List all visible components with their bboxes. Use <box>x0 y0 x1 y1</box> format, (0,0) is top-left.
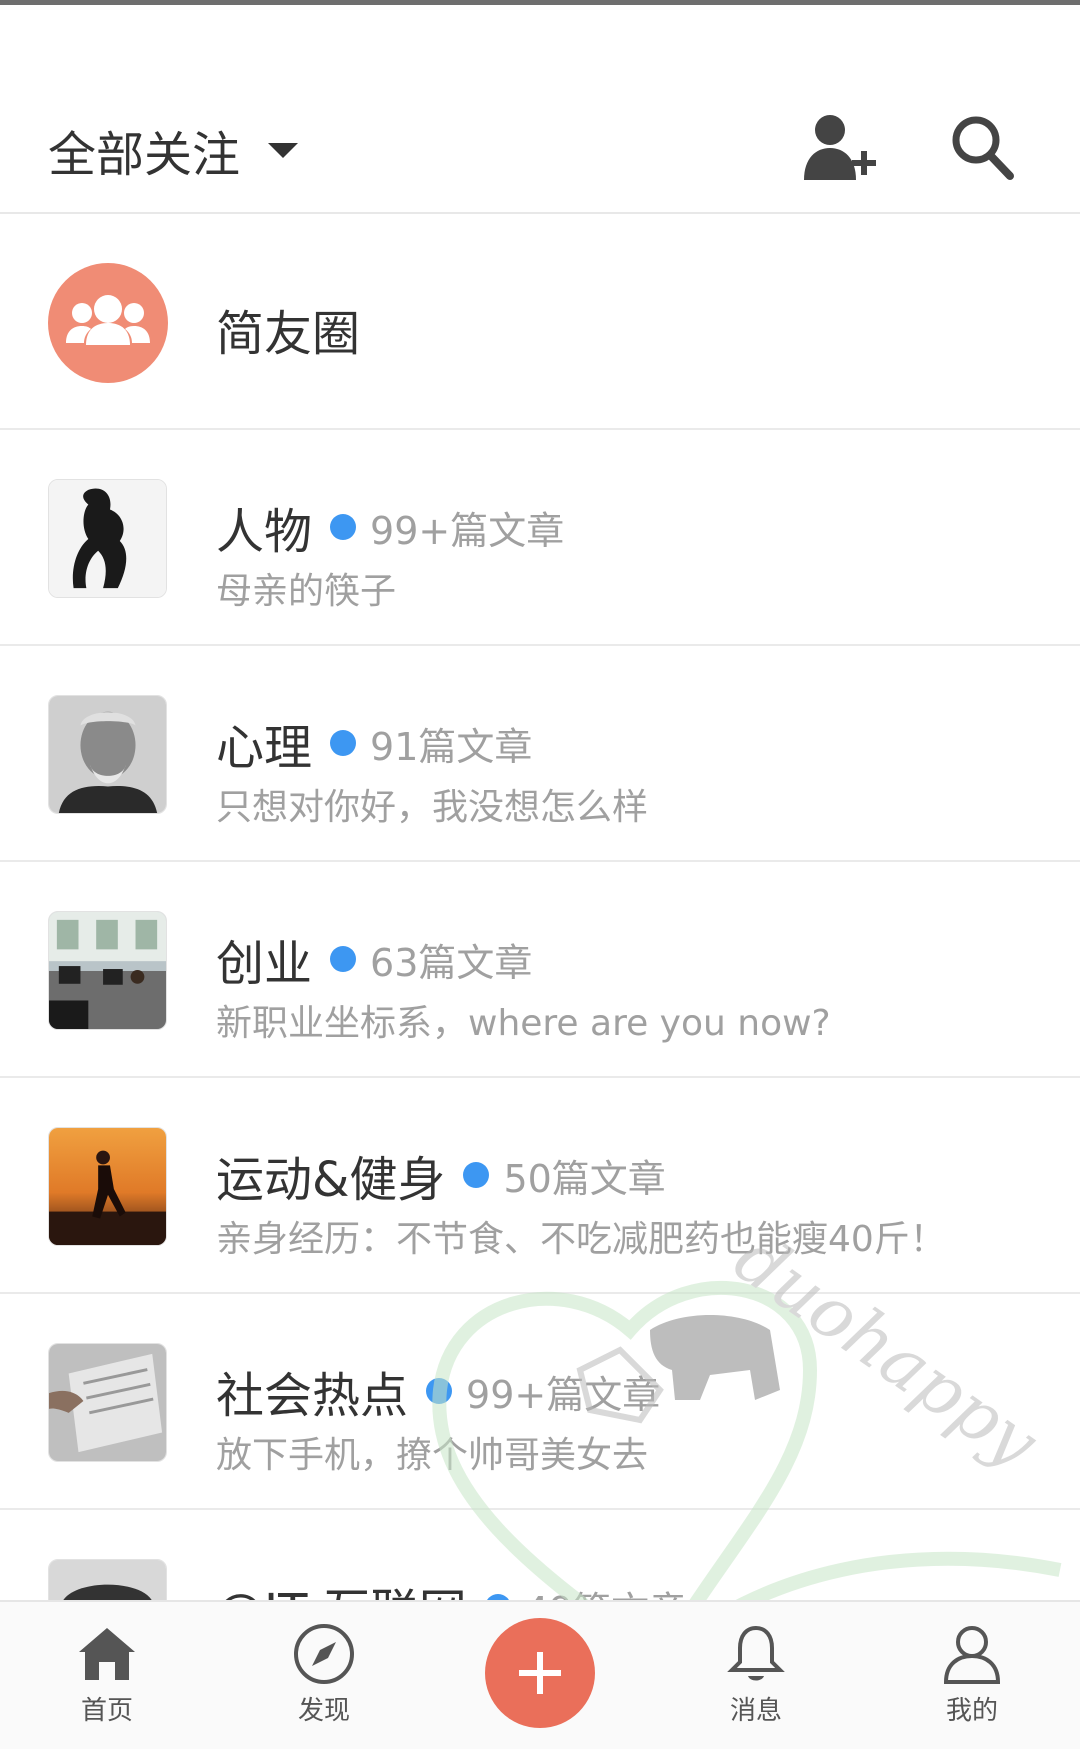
nav-discover[interactable]: 发现 <box>254 1622 394 1742</box>
nav-home[interactable]: 首页 <box>37 1622 177 1742</box>
plus-icon <box>519 1652 561 1694</box>
avatar <box>48 479 167 598</box>
list-item[interactable]: 创业 63篇文章 新职业坐标系，where are you now? <box>0 862 1080 1078</box>
list-item[interactable]: 社会热点 99+篇文章 放下手机，撩个帅哥美女去 <box>0 1294 1080 1510</box>
list-item-title: 心理 <box>216 720 313 776</box>
list-item-subtitle: 母亲的筷子 <box>216 571 397 612</box>
list-item[interactable]: 心理 91篇文章 只想对你好，我没想怎么样 <box>0 646 1080 862</box>
list-item-friends-circle[interactable]: 简友圈 <box>0 214 1080 430</box>
list-item-title: 运动&健身 <box>216 1152 446 1208</box>
article-count: 99+篇文章 <box>370 508 565 553</box>
avatar <box>48 695 167 814</box>
article-count: 63篇文章 <box>370 940 533 985</box>
list-item-title: 人物 <box>216 504 313 560</box>
bell-icon <box>727 1625 785 1681</box>
add-user-icon[interactable] <box>800 110 880 190</box>
update-dot <box>330 514 357 540</box>
list-item-title: 创业 <box>216 936 313 992</box>
list-item-title: 社会热点 <box>216 1368 409 1424</box>
list-item[interactable]: 运动&健身 50篇文章 亲身经历：不节食、不吃减肥药也能瘦40斤！ <box>0 1078 1080 1294</box>
compass-icon <box>294 1624 354 1684</box>
page-title[interactable]: 全部关注 <box>48 115 240 185</box>
nav-messages[interactable]: 消息 <box>686 1622 826 1742</box>
write-button[interactable] <box>485 1618 595 1728</box>
nav-mine[interactable]: 我的 <box>902 1622 1042 1742</box>
avatar <box>48 1127 167 1246</box>
header: 全部关注 <box>0 5 1080 214</box>
subscription-list: 简友圈 人物 99+篇文章 母亲的筷子 心理 91篇文章 只想对你好，我没想怎么… <box>0 214 1080 1726</box>
home-icon <box>79 1628 135 1680</box>
list-item[interactable]: 人物 99+篇文章 母亲的筷子 <box>0 430 1080 646</box>
article-count: 91篇文章 <box>370 724 533 769</box>
nav-discover-label: 发现 <box>297 1696 350 1726</box>
nav-messages-label: 消息 <box>729 1696 782 1726</box>
avatar <box>48 1343 167 1462</box>
nav-mine-label: 我的 <box>945 1696 998 1726</box>
nav-home-label: 首页 <box>80 1696 133 1726</box>
search-icon[interactable] <box>944 110 1024 190</box>
friends-circle-title: 简友圈 <box>216 306 361 362</box>
article-count: 99+篇文章 <box>466 1372 661 1417</box>
avatar <box>48 911 167 1030</box>
dropdown-caret-icon[interactable] <box>268 143 298 158</box>
user-icon <box>943 1626 1001 1684</box>
list-item-subtitle: 亲身经历：不节食、不吃减肥药也能瘦40斤！ <box>216 1219 946 1260</box>
list-item-subtitle: 只想对你好，我没想怎么样 <box>216 787 649 828</box>
update-dot <box>463 1162 490 1188</box>
update-dot <box>330 946 357 972</box>
friends-circle-icon <box>48 263 168 383</box>
list-item-subtitle: 新职业坐标系，where are you now? <box>216 1003 831 1044</box>
update-dot <box>426 1378 453 1404</box>
list-item-subtitle: 放下手机，撩个帅哥美女去 <box>216 1435 649 1476</box>
article-count: 50篇文章 <box>503 1156 666 1201</box>
update-dot <box>330 730 357 756</box>
